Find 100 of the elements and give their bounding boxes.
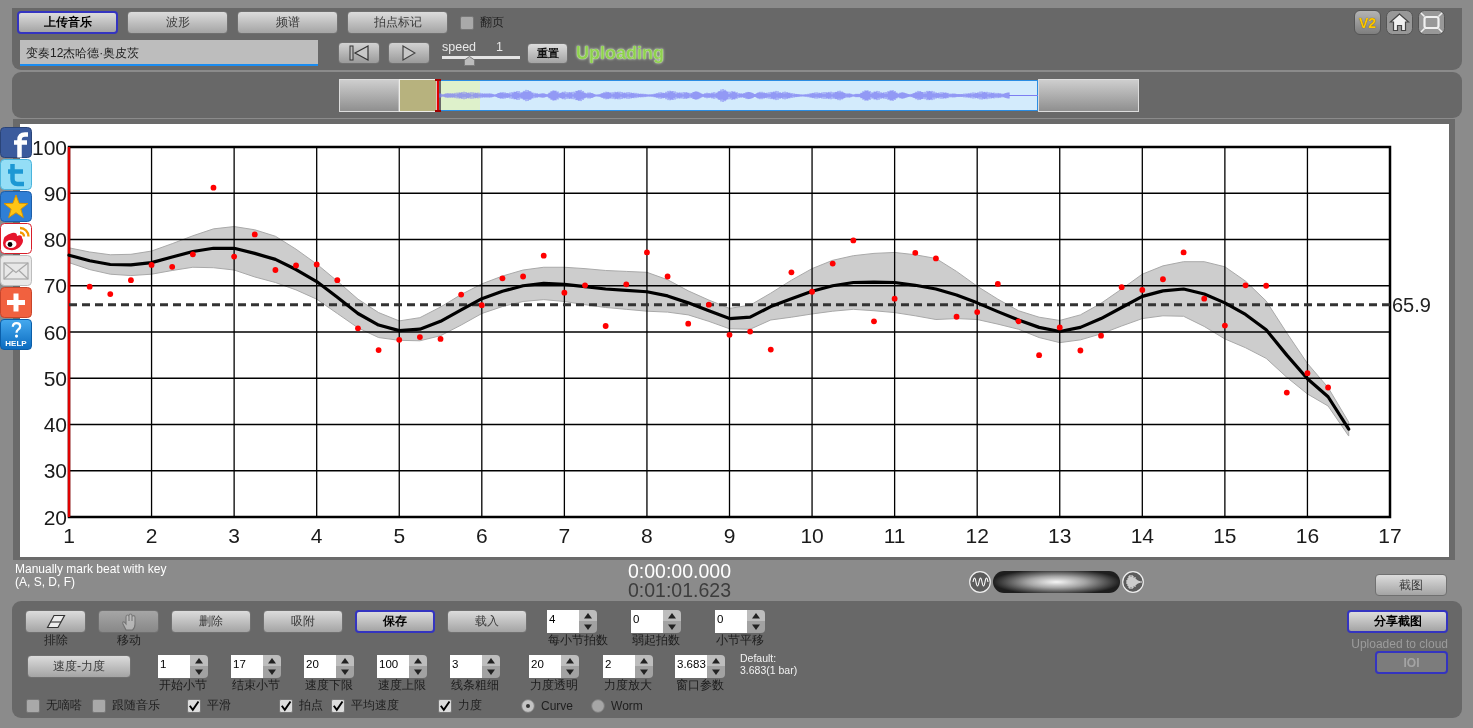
audio-wave-icon[interactable] [1122, 571, 1144, 593]
y-axis-label: 60 [43, 320, 67, 344]
share-screenshot-button[interactable]: 分享截图 [1347, 610, 1448, 633]
eye-logo-icon[interactable] [0, 223, 32, 254]
f-logo-icon[interactable] [0, 127, 32, 158]
beat-point [478, 302, 485, 309]
y-axis-label: 70 [43, 274, 67, 298]
number-field[interactable]: 1 [158, 655, 190, 678]
field-label: 结束小节 [231, 679, 280, 692]
field-label: 弱起拍数 [631, 634, 680, 647]
option-label: 平滑 [207, 697, 231, 714]
help-button[interactable]: HELP [0, 319, 32, 350]
beat-point [1222, 322, 1228, 329]
beat-point [86, 283, 93, 290]
number-field[interactable]: 20 [304, 655, 336, 678]
delete-button[interactable]: 删除 [171, 610, 251, 633]
screenshot-button[interactable]: 截图 [1375, 574, 1447, 596]
number-field[interactable]: 100 [377, 655, 409, 678]
beat-point [169, 263, 176, 270]
reset-button[interactable]: 重置 [527, 42, 568, 64]
x-axis-label: 8 [641, 524, 653, 547]
option-label: 拍点 [299, 697, 323, 714]
number-field[interactable]: 0 [715, 610, 747, 633]
playhead-line[interactable] [67, 147, 71, 517]
beat-point [231, 253, 238, 260]
checkbox[interactable] [279, 698, 293, 713]
number-field[interactable]: 4 [547, 610, 579, 633]
mode-button[interactable]: 速度-力度 [27, 655, 131, 678]
tool-label: 排除 [43, 634, 68, 647]
upload-status: Uploading [576, 42, 664, 64]
beat-point [499, 275, 506, 282]
number-field[interactable]: 3.683 [675, 655, 707, 678]
x-axis-label: 12 [965, 524, 989, 547]
tab[interactable]: 波形 [127, 11, 228, 34]
question-mark-icon [9, 321, 23, 339]
beat-point [375, 347, 382, 353]
beat-point [1283, 389, 1290, 396]
beat-point [334, 277, 341, 284]
fullscreen-icon[interactable] [1418, 10, 1445, 35]
tab[interactable]: 频谱 [237, 11, 338, 34]
crossfade-control[interactable] [993, 571, 1120, 593]
slider-thumb[interactable] [464, 56, 476, 66]
checkbox[interactable] [187, 698, 201, 713]
title-field[interactable]: 变奏12杰哈德·奥皮茨 [20, 40, 318, 66]
x-axis-label: 5 [393, 524, 406, 547]
beat-point [1098, 332, 1104, 339]
beat-point [767, 346, 774, 353]
number-field[interactable]: 3 [450, 655, 482, 678]
x-axis-label: 11 [883, 524, 906, 547]
beat-point [623, 281, 630, 288]
current-time: 0:00:00.000 [628, 562, 731, 581]
play-button[interactable] [388, 42, 430, 64]
beat-point [1036, 352, 1042, 359]
home-icon[interactable] [1386, 10, 1413, 35]
snap-button[interactable]: 吸附 [263, 610, 343, 633]
number-field[interactable]: 0 [631, 610, 663, 633]
tab[interactable]: 上传音乐 [17, 11, 118, 34]
beat-point [128, 277, 134, 284]
star-icon[interactable] [0, 191, 32, 222]
y-axis-label: 90 [43, 181, 67, 205]
beat-point [788, 269, 795, 276]
beat-point [602, 323, 609, 329]
radio-button[interactable] [591, 698, 605, 713]
tab[interactable]: 拍点标记 [347, 11, 448, 34]
beat-point [1118, 284, 1125, 291]
beat-point [1160, 276, 1166, 283]
beat-point [953, 313, 960, 320]
beat-point [1304, 370, 1311, 377]
erase-button[interactable] [25, 610, 86, 633]
beat-point [251, 231, 258, 238]
checkbox[interactable] [438, 698, 452, 713]
x-axis-label: 13 [1048, 524, 1072, 547]
skip-back-button[interactable] [338, 42, 380, 64]
sine-wave-icon[interactable] [969, 571, 991, 593]
checkbox[interactable] [26, 698, 40, 713]
checkbox[interactable] [92, 698, 106, 713]
beat-point [891, 295, 898, 302]
beat-point [747, 328, 754, 335]
y-axis-label: 80 [43, 228, 67, 251]
beat-point [520, 273, 526, 280]
x-axis-label: 2 [145, 524, 158, 547]
number-field[interactable]: 17 [231, 655, 263, 678]
y-axis-label: 30 [43, 459, 67, 483]
playhead-marker[interactable] [435, 79, 441, 112]
load-button[interactable]: 载入 [447, 610, 527, 633]
checkbox[interactable] [460, 15, 474, 30]
beat-point [313, 261, 320, 268]
number-field[interactable]: 20 [529, 655, 561, 678]
mean-value-label: 65.9 [1392, 293, 1431, 316]
checkbox[interactable] [331, 698, 345, 713]
beat-point [809, 288, 815, 295]
radio-button[interactable] [521, 698, 535, 713]
option-label: 力度 [458, 697, 482, 714]
plus-icon[interactable] [0, 287, 32, 318]
beat-point [437, 336, 444, 342]
hint-text: Manually mark beat with key (A, S, D, F) [15, 563, 167, 589]
number-field[interactable]: 2 [603, 655, 635, 678]
option-label: 无嘀嗒 [46, 697, 82, 714]
beat-point [417, 334, 423, 340]
save-button[interactable]: 保存 [355, 610, 435, 633]
